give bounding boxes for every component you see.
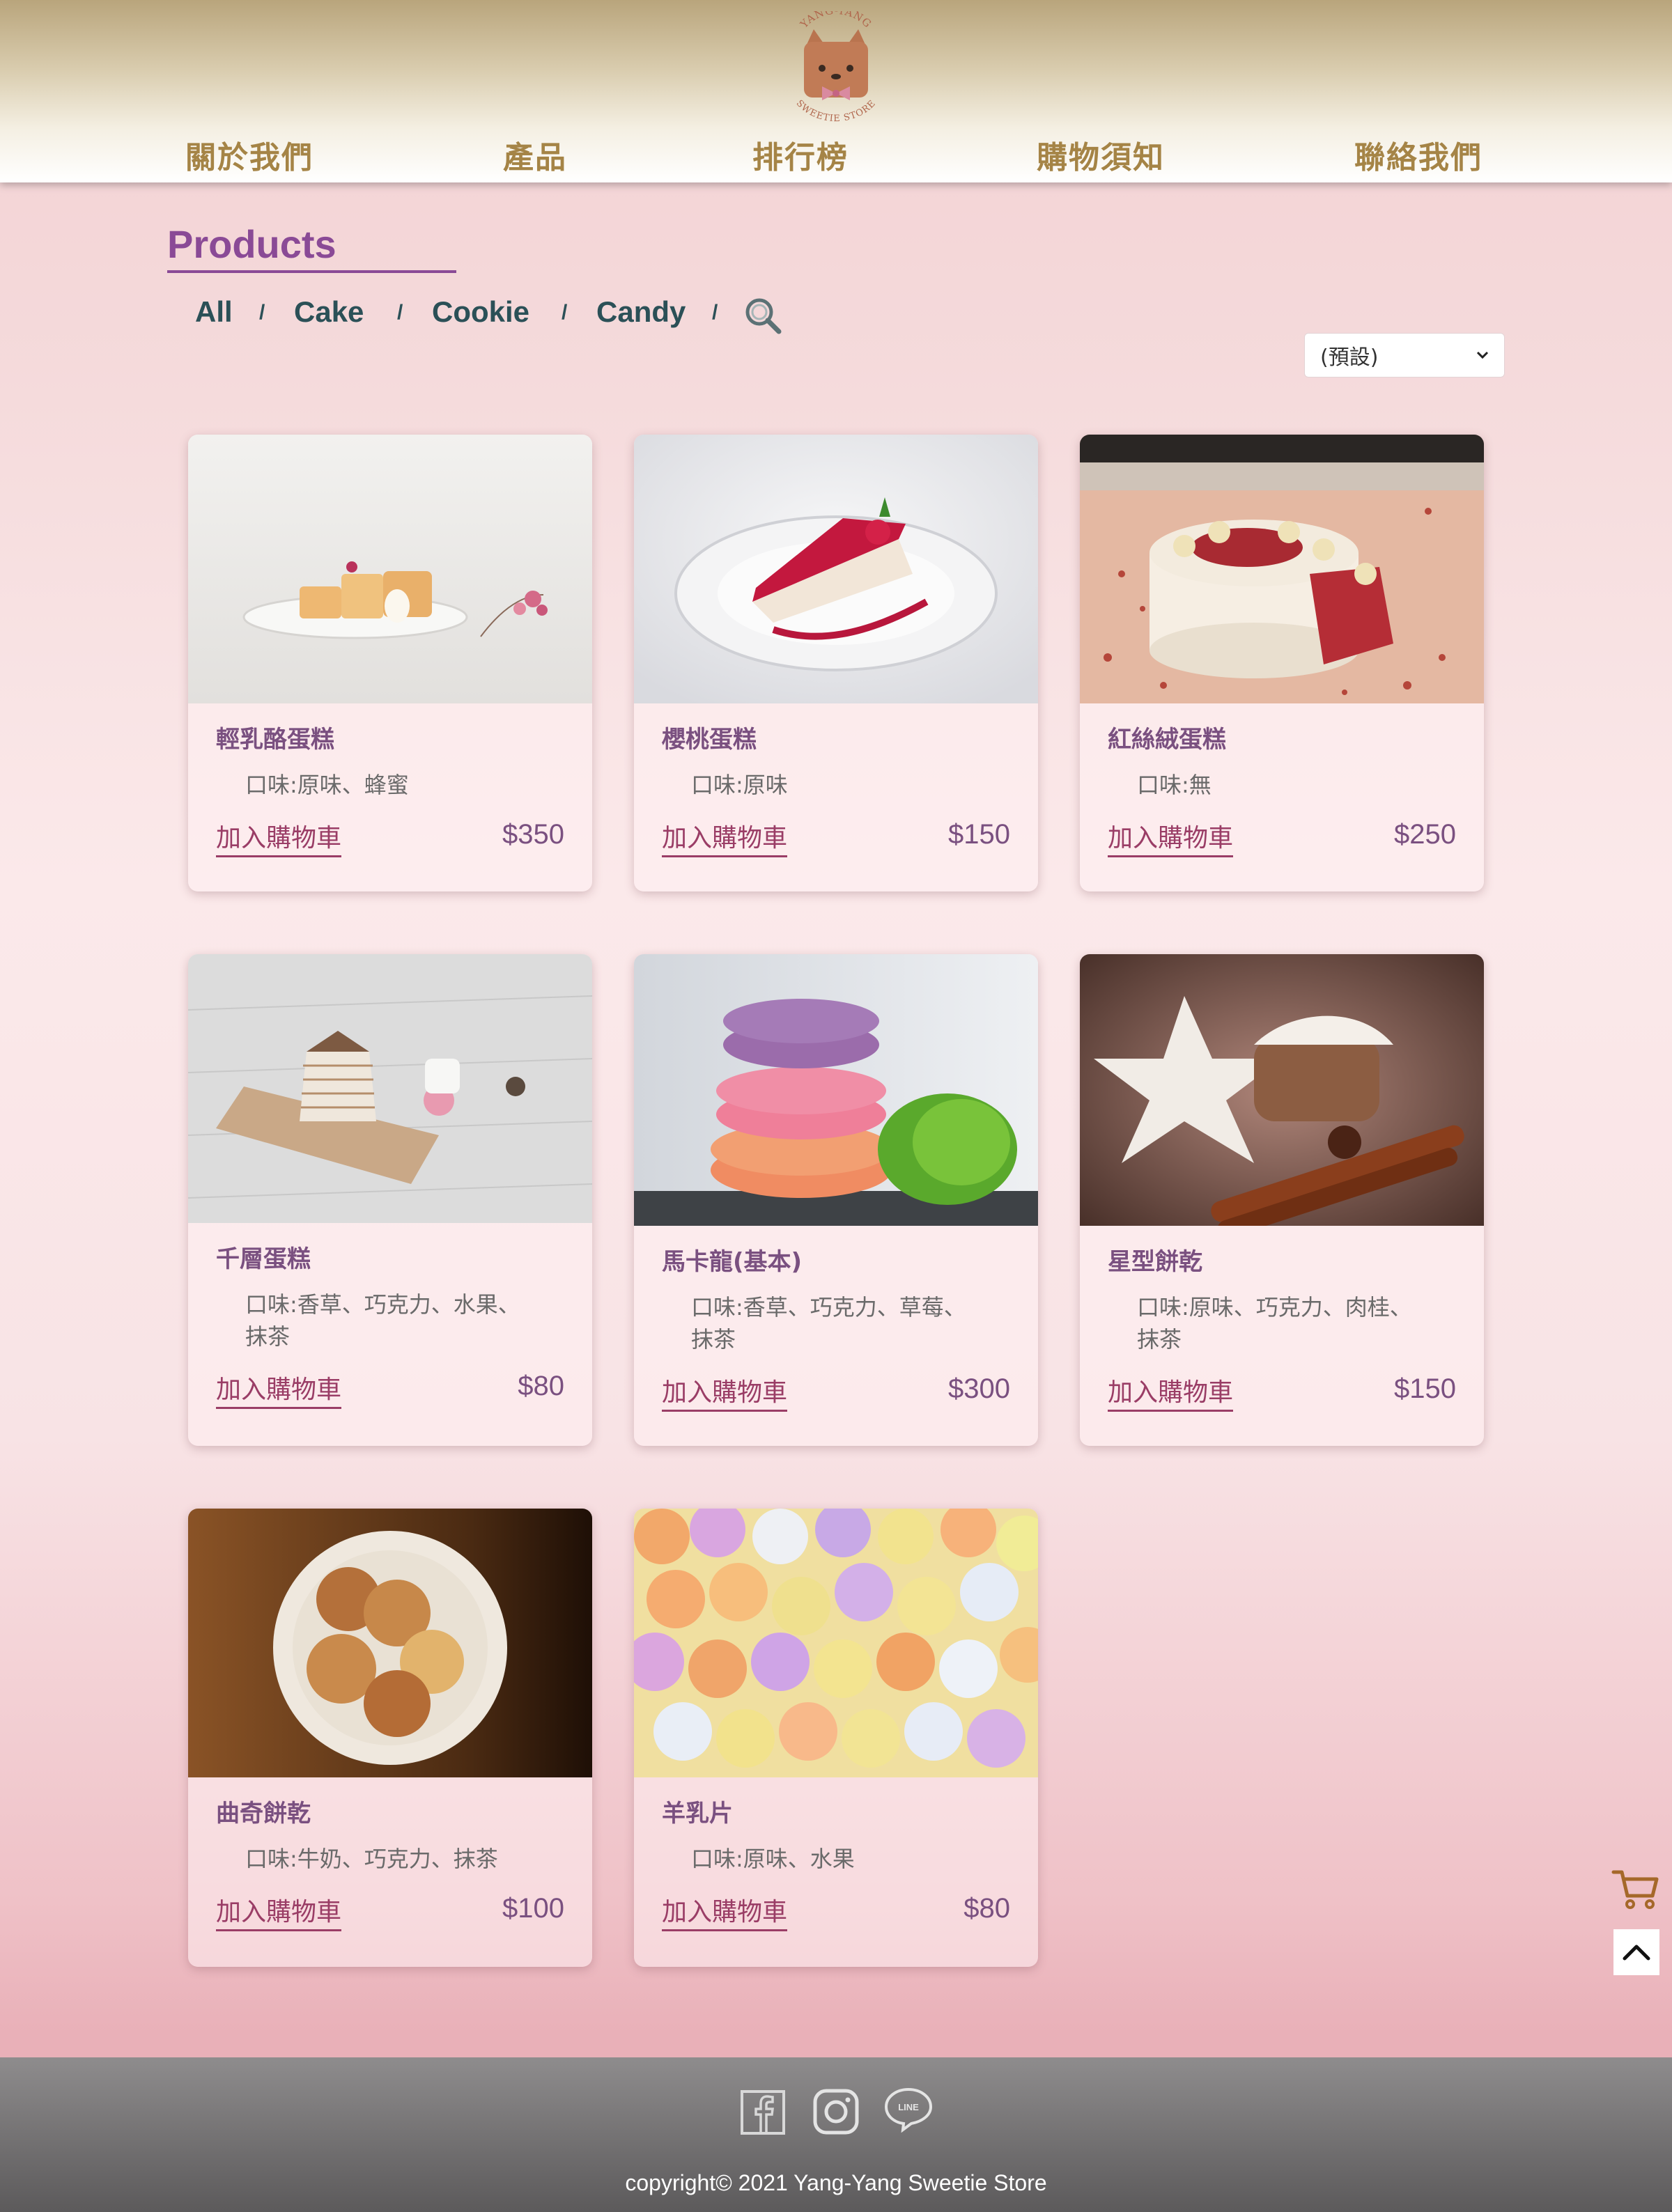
heart-candy-photo xyxy=(634,1509,1038,1777)
svg-text:SWEETIE STORE: SWEETIE STORE xyxy=(794,98,878,124)
product-price: $80 xyxy=(518,1371,564,1401)
nav-contact[interactable]: 聯絡我們 xyxy=(1354,132,1483,177)
product-name: 馬卡龍(基本) xyxy=(662,1248,803,1276)
line-icon[interactable]: LINE xyxy=(883,2085,934,2133)
filter-cookie[interactable]: Cookie xyxy=(432,295,529,329)
product-name: 千層蛋糕 xyxy=(216,1245,311,1273)
sort-selected-value: (預設) xyxy=(1320,345,1379,370)
product-price: $150 xyxy=(948,819,1010,850)
cart-icon[interactable] xyxy=(1611,1867,1661,1913)
sort-select[interactable]: (預設) xyxy=(1304,333,1505,377)
search-icon[interactable] xyxy=(743,295,783,336)
add-to-cart-link[interactable]: 加入購物車 xyxy=(662,1372,788,1412)
nav-ranking[interactable]: 排行榜 xyxy=(752,132,849,177)
add-to-cart-link[interactable]: 加入購物車 xyxy=(1108,1372,1234,1412)
chevron-up-icon xyxy=(1623,1945,1650,1961)
svg-text:YANG-YANG: YANG-YANG xyxy=(797,11,874,31)
site-header: YANG-YANG SWEETIE STORE 關於我們 產品 排行榜 購物須知… xyxy=(0,0,1672,182)
instagram-icon[interactable] xyxy=(812,2088,860,2135)
add-to-cart-link[interactable]: 加入購物車 xyxy=(662,1892,788,1931)
filter-all[interactable]: All xyxy=(195,295,233,329)
social-links: LINE xyxy=(738,2084,940,2135)
title-underline xyxy=(167,270,456,273)
add-to-cart-link[interactable]: 加入購物車 xyxy=(216,1369,342,1409)
product-price: $150 xyxy=(1394,1373,1456,1404)
product-name: 櫻桃蛋糕 xyxy=(662,726,757,754)
page-title: Products xyxy=(167,222,336,266)
line-icon-text: LINE xyxy=(898,2102,919,2112)
product-flavor: 口味:原味、蜂蜜 xyxy=(245,772,409,798)
facebook-icon[interactable] xyxy=(740,2089,786,2135)
product-price: $300 xyxy=(948,1373,1010,1404)
product-card: 馬卡龍(基本) 口味:香草、巧克力、草莓、抹茶 加入購物車 $300 xyxy=(634,954,1038,1446)
product-name: 紅絲絨蛋糕 xyxy=(1108,726,1226,754)
add-to-cart-link[interactable]: 加入購物車 xyxy=(662,818,788,857)
product-name: 羊乳片 xyxy=(662,1800,733,1828)
product-card: 星型餅乾 口味:原味、巧克力、肉桂、抹茶 加入購物車 $150 xyxy=(1080,954,1484,1446)
nav-about[interactable]: 關於我們 xyxy=(185,132,314,177)
product-flavor: 口味:原味、水果 xyxy=(691,1846,855,1872)
filter-separator: / xyxy=(259,301,265,324)
product-card: 千層蛋糕 口味:香草、巧克力、水果、抹茶 加入購物車 $80 xyxy=(188,954,592,1446)
product-card: 櫻桃蛋糕 口味:原味 加入購物車 $150 xyxy=(634,435,1038,891)
product-name: 星型餅乾 xyxy=(1108,1248,1202,1276)
store-logo[interactable]: YANG-YANG SWEETIE STORE xyxy=(780,11,892,130)
product-flavor: 口味:香草、巧克力、水果、抹茶 xyxy=(245,1291,520,1350)
filter-candy[interactable]: Candy xyxy=(596,295,686,329)
cheesecake-photo xyxy=(188,435,592,703)
product-flavor: 口味:牛奶、巧克力、抹茶 xyxy=(245,1846,498,1872)
nav-products[interactable]: 產品 xyxy=(503,132,567,177)
nav-shopping-notes[interactable]: 購物須知 xyxy=(1037,132,1165,177)
filter-cake[interactable]: Cake xyxy=(294,295,364,329)
product-card: 曲奇餅乾 口味:牛奶、巧克力、抹茶 加入購物車 $100 xyxy=(188,1509,592,1967)
main-nav: 關於我們 產品 排行榜 購物須知 聯絡我們 xyxy=(0,132,1672,177)
site-footer: LINE copyright© 2021 Yang-Yang Sweetie S… xyxy=(0,2057,1672,2212)
add-to-cart-link[interactable]: 加入購物車 xyxy=(216,818,342,857)
product-name: 輕乳酪蛋糕 xyxy=(216,726,334,754)
add-to-cart-link[interactable]: 加入購物車 xyxy=(1108,818,1234,857)
back-to-top-button[interactable] xyxy=(1613,1929,1659,1975)
product-card: 羊乳片 口味:原味、水果 加入購物車 $80 xyxy=(634,1509,1038,1967)
product-price: $250 xyxy=(1394,819,1456,850)
product-flavor: 口味:香草、巧克力、草莓、抹茶 xyxy=(691,1294,966,1353)
macaron-photo xyxy=(634,954,1038,1226)
product-price: $100 xyxy=(502,1893,564,1924)
product-card: 紅絲絨蛋糕 口味:無 加入購物車 $250 xyxy=(1080,435,1484,891)
add-to-cart-link[interactable]: 加入購物車 xyxy=(216,1892,342,1931)
product-flavor: 口味:無 xyxy=(1137,772,1212,798)
cherry-cake-photo xyxy=(634,435,1038,703)
product-name: 曲奇餅乾 xyxy=(216,1800,311,1828)
red-velvet-photo xyxy=(1080,435,1484,703)
star-cookie-photo xyxy=(1080,954,1484,1238)
product-price: $80 xyxy=(963,1893,1010,1924)
crepe-cake-photo xyxy=(188,954,592,1223)
filter-separator: / xyxy=(712,301,718,324)
product-card: 輕乳酪蛋糕 口味:原味、蜂蜜 加入購物車 $350 xyxy=(188,435,592,891)
chevron-down-icon xyxy=(1476,351,1489,359)
product-price: $350 xyxy=(502,819,564,850)
product-flavor: 口味:原味 xyxy=(691,772,788,798)
cookies-bowl-photo xyxy=(188,1509,592,1777)
filter-separator: / xyxy=(562,301,568,324)
product-flavor: 口味:原味、巧克力、肉桂、抹茶 xyxy=(1137,1294,1412,1353)
filter-separator: / xyxy=(397,301,403,324)
copyright-text: copyright© 2021 Yang-Yang Sweetie Store xyxy=(625,2170,1047,2195)
